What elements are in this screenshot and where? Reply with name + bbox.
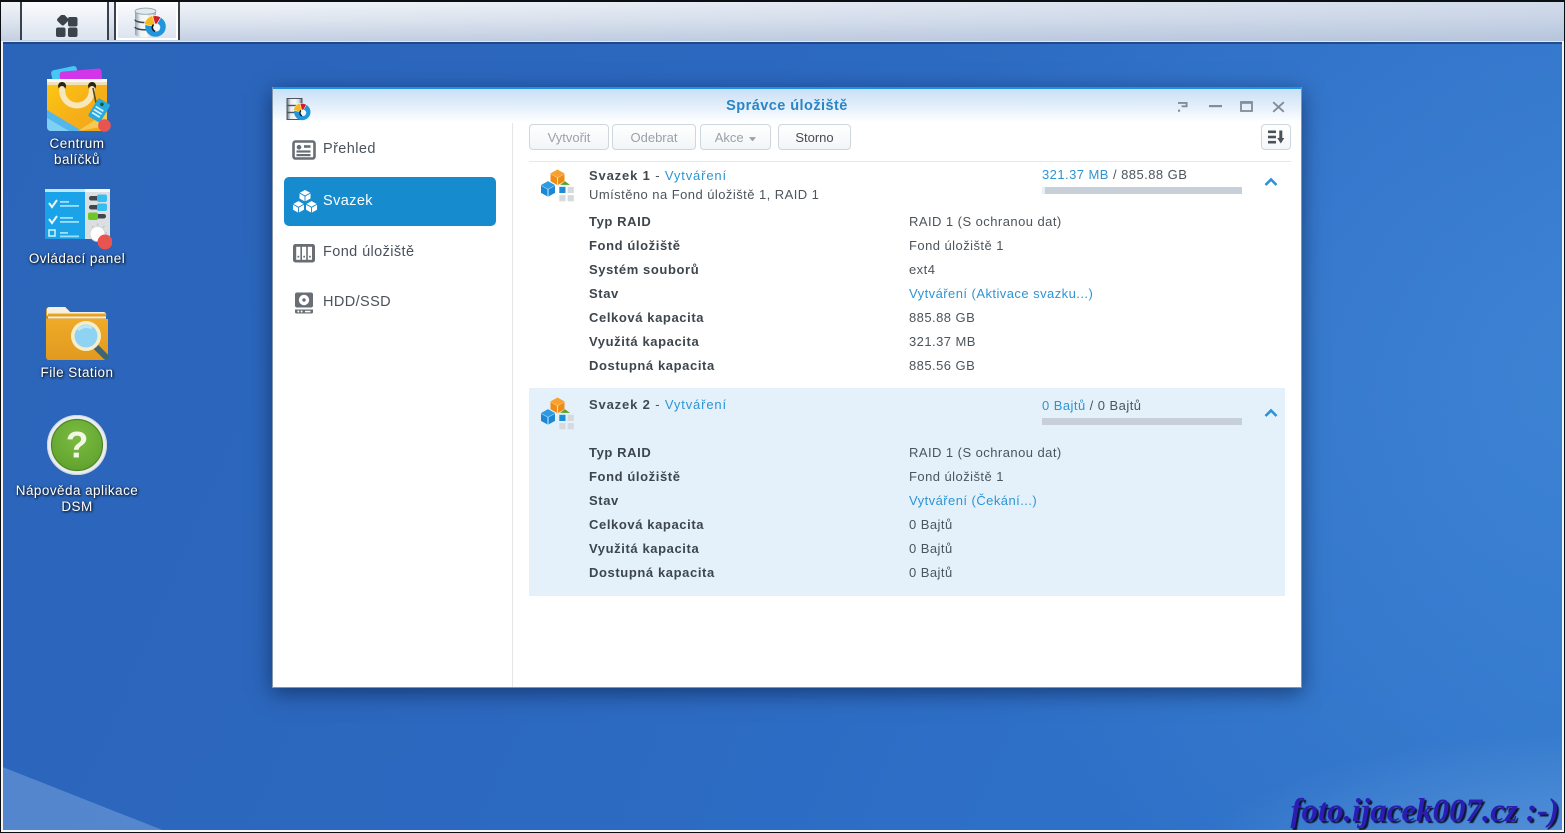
svg-text:?: ? bbox=[66, 425, 89, 466]
